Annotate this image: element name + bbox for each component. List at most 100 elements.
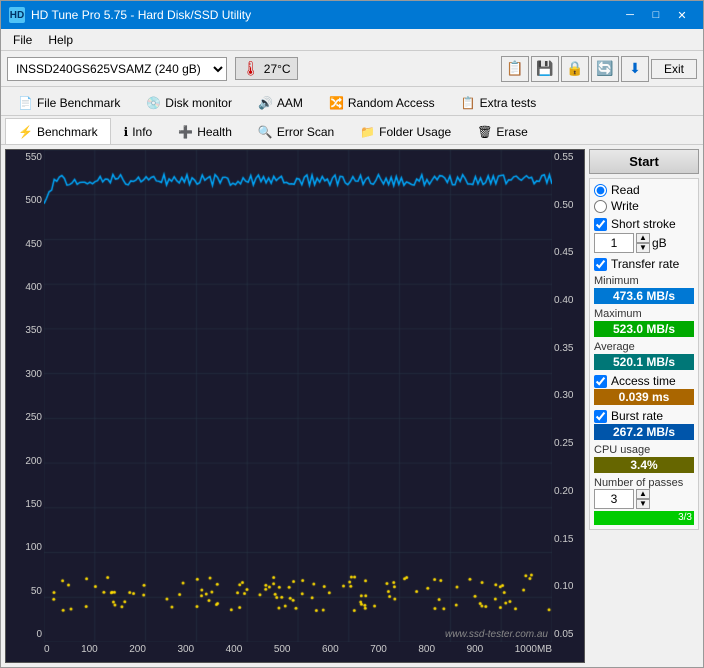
lock-icon-button[interactable]: 🔒: [561, 56, 589, 82]
exit-button[interactable]: Exit: [651, 59, 697, 79]
tab-info-label: Info: [132, 125, 152, 139]
access-time-checkbox[interactable]: [594, 375, 607, 388]
short-stroke-unit: gB: [652, 236, 667, 250]
average-label: Average: [594, 341, 694, 353]
passes-input[interactable]: [594, 489, 634, 509]
short-stroke-spin-down[interactable]: ▼: [636, 243, 650, 253]
toolbar-icons: 📋 💾 🔒 🔄 ⬇ Exit: [501, 56, 697, 82]
tab-info-icon: ℹ: [124, 125, 129, 139]
download-icon-button[interactable]: ⬇: [621, 56, 649, 82]
transfer-rate-checkbox[interactable]: [594, 258, 607, 271]
menu-bar: File Help: [1, 29, 703, 51]
passes-section: Number of passes ▲ ▼ 3/3: [594, 477, 694, 525]
tab-disk-monitor[interactable]: 💿 Disk monitor: [133, 89, 245, 115]
close-button[interactable]: ✕: [669, 5, 695, 25]
chart-canvas-wrapper: [44, 150, 552, 642]
passes-spin-buttons: ▲ ▼: [636, 489, 650, 509]
copy-icon-button[interactable]: 📋: [501, 56, 529, 82]
access-time-value: 0.039 ms: [594, 389, 694, 405]
chart-y-right-axis: 0.55 0.50 0.45 0.40 0.35 0.30 0.25 0.20 …: [552, 150, 584, 642]
main-content: MB/s ms 550 500 450 400 350 300 250 200 …: [1, 145, 703, 667]
cpu-usage-value: 3.4%: [594, 457, 694, 473]
tab-disk-monitor-icon: 💿: [146, 96, 161, 110]
short-stroke-checkbox-item: Short stroke: [594, 217, 694, 231]
minimize-button[interactable]: ─: [617, 5, 643, 25]
tab-health-icon: ➕: [178, 125, 193, 139]
write-radio[interactable]: [594, 200, 607, 213]
progress-bar-container: 3/3: [594, 511, 694, 525]
passes-spin-up[interactable]: ▲: [636, 489, 650, 499]
tab-benchmark[interactable]: ⚡ Benchmark: [5, 118, 111, 144]
tab-file-benchmark[interactable]: 📄 File Benchmark: [5, 89, 133, 115]
short-stroke-spinbox: ▲ ▼ gB: [594, 233, 694, 253]
tab-aam[interactable]: 🔊 AAM: [245, 89, 316, 115]
passes-label: Number of passes: [594, 477, 694, 489]
burst-rate-value: 267.2 MB/s: [594, 424, 694, 440]
tab-random-access-icon: 🔀: [329, 96, 344, 110]
tab-extra-tests-label: Extra tests: [480, 96, 537, 110]
tab-disk-monitor-label: Disk monitor: [165, 96, 232, 110]
tab-bar-row1: 📄 File Benchmark 💿 Disk monitor 🔊 AAM 🔀 …: [1, 87, 703, 116]
read-radio[interactable]: [594, 184, 607, 197]
main-window: HD HD Tune Pro 5.75 - Hard Disk/SSD Util…: [0, 0, 704, 668]
chart-area: MB/s ms 550 500 450 400 350 300 250 200 …: [5, 149, 585, 663]
tab-random-access[interactable]: 🔀 Random Access: [316, 89, 448, 115]
passes-spin-down[interactable]: ▼: [636, 499, 650, 509]
start-button[interactable]: Start: [589, 149, 699, 174]
chart-y-left-axis: 550 500 450 400 350 300 250 200 150 100 …: [6, 150, 44, 642]
tab-extra-tests-icon: 📋: [461, 96, 476, 110]
menu-help[interactable]: Help: [40, 31, 81, 48]
tab-extra-tests[interactable]: 📋 Extra tests: [448, 89, 550, 115]
short-stroke-checkbox[interactable]: [594, 218, 607, 231]
short-stroke-input[interactable]: [594, 233, 634, 253]
toolbar: INSSD240GS625VSAMZ (240 gB) 🌡 27°C 📋 💾 🔒…: [1, 51, 703, 87]
access-time-checkbox-item: Access time: [594, 374, 694, 388]
tab-info[interactable]: ℹ Info: [111, 118, 166, 144]
tab-random-access-label: Random Access: [348, 96, 435, 110]
temperature-icon: 🌡: [242, 60, 260, 77]
tab-benchmark-icon: ⚡: [18, 125, 33, 139]
read-label: Read: [611, 183, 640, 197]
tab-erase-label: Erase: [496, 125, 527, 139]
drive-select[interactable]: INSSD240GS625VSAMZ (240 gB): [7, 57, 227, 81]
watermark: www.ssd-tester.com.au: [445, 629, 548, 640]
read-write-radio-group: Read Write: [594, 183, 694, 213]
minimum-label: Minimum: [594, 275, 694, 287]
tab-folder-usage[interactable]: 📁 Folder Usage: [347, 118, 464, 144]
tab-health[interactable]: ➕ Health: [165, 118, 245, 144]
tab-folder-usage-icon: 📁: [360, 125, 375, 139]
burst-rate-checkbox-item: Burst rate: [594, 409, 694, 423]
window-title: HD Tune Pro 5.75 - Hard Disk/SSD Utility: [31, 8, 251, 22]
tab-file-benchmark-icon: 📄: [18, 96, 33, 110]
refresh-icon-button[interactable]: 🔄: [591, 56, 619, 82]
read-radio-label[interactable]: Read: [594, 183, 694, 197]
save-icon-button[interactable]: 💾: [531, 56, 559, 82]
tab-benchmark-label: Benchmark: [37, 125, 98, 139]
title-bar-controls: ─ □ ✕: [617, 5, 695, 25]
tab-bar-row2: ⚡ Benchmark ℹ Info ➕ Health 🔍 Error Scan…: [1, 116, 703, 145]
minimum-value: 473.6 MB/s: [594, 288, 694, 304]
short-stroke-spin-buttons: ▲ ▼: [636, 233, 650, 253]
temperature-display: 🌡 27°C: [235, 57, 298, 80]
tab-health-label: Health: [197, 125, 232, 139]
tab-error-scan[interactable]: 🔍 Error Scan: [245, 118, 347, 144]
chart-x-axis: 0 100 200 300 400 500 600 700 800 900 10…: [44, 642, 552, 662]
burst-rate-checkbox[interactable]: [594, 410, 607, 423]
short-stroke-spin-up[interactable]: ▲: [636, 233, 650, 243]
read-write-section: Read Write Short stroke ▲ ▼: [589, 178, 699, 530]
tab-erase[interactable]: 🗑 Erase: [464, 118, 541, 144]
right-panel: Start Read Write Short stroke: [589, 149, 699, 663]
tab-aam-label: AAM: [277, 96, 303, 110]
maximize-button[interactable]: □: [643, 5, 669, 25]
menu-file[interactable]: File: [5, 31, 40, 48]
access-time-label: Access time: [611, 374, 676, 388]
cpu-usage-label: CPU usage: [594, 444, 694, 456]
tab-error-scan-label: Error Scan: [277, 125, 334, 139]
title-bar-left: HD HD Tune Pro 5.75 - Hard Disk/SSD Util…: [9, 7, 251, 23]
passes-input-group: ▲ ▼: [594, 489, 694, 509]
tab-aam-icon: 🔊: [258, 96, 273, 110]
transfer-rate-label: Transfer rate: [611, 257, 679, 271]
tab-folder-usage-label: Folder Usage: [379, 125, 451, 139]
write-radio-label[interactable]: Write: [594, 199, 694, 213]
transfer-rate-checkbox-item: Transfer rate: [594, 257, 694, 271]
